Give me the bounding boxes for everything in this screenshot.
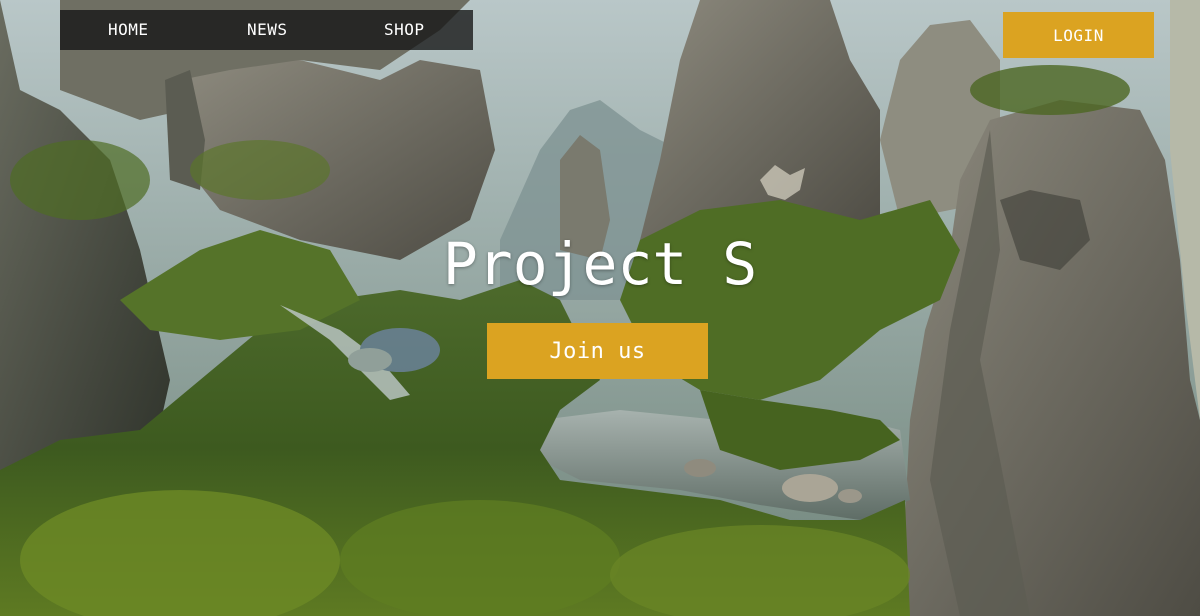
nav-link-home[interactable]: HOME	[108, 10, 149, 50]
hero-background-image	[0, 0, 1200, 616]
hero-title: Project S	[442, 230, 758, 298]
nav-link-shop[interactable]: SHOP	[384, 10, 425, 50]
nav-link-news[interactable]: NEWS	[247, 10, 288, 50]
landing-page: HOME NEWS SHOP LOGIN Project S Join us	[0, 0, 1200, 616]
join-us-button[interactable]: Join us	[487, 323, 708, 379]
top-navigation: HOME NEWS SHOP	[60, 10, 473, 50]
login-button[interactable]: LOGIN	[1003, 12, 1154, 58]
